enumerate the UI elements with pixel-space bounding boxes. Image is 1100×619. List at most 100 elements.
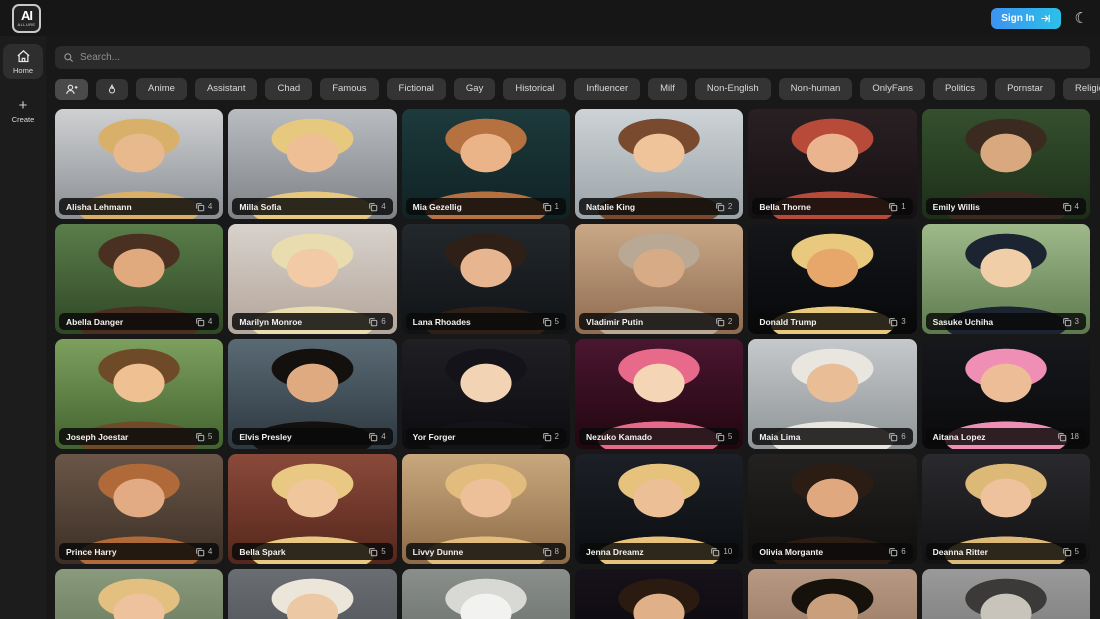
character-count: 5 [542, 317, 559, 327]
character-count: 5 [1062, 547, 1079, 557]
character-card[interactable]: Joseph Joestar 5 [55, 339, 224, 449]
search-input[interactable] [80, 52, 1082, 63]
person-add-icon [65, 83, 78, 96]
card-label-bar: Yor Forger 2 [405, 428, 566, 445]
home-icon [16, 50, 30, 63]
character-card[interactable]: Marilyn Monroe 6 [228, 224, 397, 334]
images-icon [542, 202, 552, 212]
sign-in-button[interactable]: Sign In [991, 7, 1061, 29]
filter-chip-anime[interactable]: Anime [136, 78, 187, 100]
filter-chip-non-human[interactable]: Non-human [778, 78, 853, 100]
brand-logo[interactable]: AI ALLURE [12, 3, 41, 33]
search-bar[interactable] [55, 46, 1090, 69]
character-card[interactable]: Abella Danger 4 [55, 224, 224, 334]
character-count-value: 6 [901, 432, 906, 441]
sidebar-item-label: Home [12, 66, 33, 75]
filter-chip-famous[interactable]: Famous [320, 78, 379, 100]
card-label-bar: Olivia Morgante 6 [752, 543, 913, 560]
character-name: Olivia Morgante [759, 546, 824, 557]
character-card[interactable]: Deanna Ritter 5 [921, 454, 1090, 564]
card-label-bar: Emily Willis 4 [925, 198, 1086, 215]
filter-chip-non-english[interactable]: Non-English [694, 78, 771, 100]
character-count: 4 [368, 202, 386, 212]
card-label-bar: Jenna Dreamz 10 [578, 543, 740, 560]
character-count: 4 [1062, 202, 1079, 212]
images-icon [542, 317, 552, 327]
flame-icon [106, 83, 118, 96]
character-count: 5 [368, 547, 386, 557]
character-name: Bella Thorne [759, 201, 811, 212]
character-count-value: 4 [381, 202, 386, 211]
filter-chip-gay[interactable]: Gay [453, 78, 496, 100]
filter-chip-historical[interactable]: Historical [503, 78, 567, 100]
character-card[interactable] [55, 569, 224, 619]
character-count-value: 5 [727, 432, 733, 441]
filter-chip-politics[interactable]: Politics [932, 78, 988, 100]
filter-chip-religion[interactable]: Religion [1062, 78, 1100, 100]
card-label-bar: Joseph Joestar 5 [59, 428, 220, 445]
images-icon [368, 547, 378, 557]
character-count: 8 [542, 547, 559, 557]
sidebar-item-create[interactable]: + Create [3, 93, 43, 128]
filter-chip-chad[interactable]: Chad [265, 78, 313, 100]
character-card[interactable]: Natalie King 2 [574, 109, 744, 219]
character-card[interactable]: Milla Sofia 4 [228, 109, 397, 219]
character-card[interactable]: Aitana Lopez 18 [921, 339, 1090, 449]
character-card[interactable]: Lana Rhoades 5 [401, 224, 570, 334]
card-label-bar: Nezuko Kamado 5 [578, 428, 740, 445]
app-root: AI ALLURE Sign In ☾ Home + Create Search… [0, 0, 1100, 619]
character-card[interactable]: Yor Forger 2 [401, 339, 570, 449]
sidebar-item-label: Create [11, 115, 35, 124]
character-name: Milla Sofia [239, 201, 282, 212]
character-card[interactable]: Livvy Dunne 8 [401, 454, 570, 564]
sidebar-item-home[interactable]: Home [3, 44, 43, 79]
character-card[interactable] [748, 569, 917, 619]
character-grid: Alisha Lehmann 4 Milla Sofia 4 Mia Gezellig 1… [55, 109, 1090, 619]
character-count: 2 [715, 202, 732, 212]
character-card[interactable]: Bella Spark 5 [228, 454, 397, 564]
character-card[interactable]: Prince Harry 4 [55, 454, 224, 564]
images-icon [542, 432, 552, 442]
character-card[interactable] [574, 569, 744, 619]
character-card[interactable]: Jenna Dreamz 10 [574, 454, 744, 564]
filter-chip-pornstar[interactable]: Pornstar [995, 78, 1055, 100]
card-label-bar: Sasuke Uchiha 3 [925, 313, 1086, 330]
character-card[interactable]: Olivia Morgante 6 [748, 454, 917, 564]
character-count-value: 4 [207, 317, 213, 326]
character-card[interactable]: Donald Trump 3 [748, 224, 917, 334]
images-icon [542, 547, 552, 557]
filter-chip-fictional[interactable]: Fictional [386, 78, 446, 100]
character-count-value: 4 [207, 202, 213, 211]
character-card[interactable]: Mia Gezellig 1 [401, 109, 570, 219]
character-card[interactable]: Vladimir Putin 2 [574, 224, 744, 334]
images-icon [715, 317, 725, 327]
character-name: Lana Rhoades [412, 316, 471, 327]
theme-toggle-moon-icon[interactable]: ☾ [1075, 11, 1088, 26]
character-card[interactable]: Sasuke Uchiha 3 [921, 224, 1090, 334]
card-label-bar: Bella Spark 5 [232, 543, 393, 560]
filter-chip-assistant[interactable]: Assistant [194, 78, 258, 100]
card-label-bar: Milla Sofia 4 [232, 198, 393, 215]
filter-chip-flame[interactable] [96, 78, 128, 100]
filter-chip-influencer[interactable]: Influencer [574, 78, 641, 100]
login-arrow-icon [1040, 14, 1050, 22]
character-card[interactable] [228, 569, 397, 619]
character-card[interactable]: Maia Lima 6 [748, 339, 917, 449]
character-card[interactable]: Elvis Presley 4 [228, 339, 397, 449]
card-label-bar: Aitana Lopez 18 [925, 428, 1086, 445]
character-card[interactable] [401, 569, 570, 619]
character-card[interactable]: Bella Thorne 1 [748, 109, 917, 219]
filter-chip-onlyfans[interactable]: OnlyFans [860, 78, 925, 100]
filter-chip-milf[interactable]: Milf [648, 78, 687, 100]
character-count-value: 6 [381, 317, 386, 326]
images-icon [888, 202, 898, 212]
character-card[interactable]: Emily Willis 4 [921, 109, 1090, 219]
character-name: Jenna Dreamz [585, 546, 644, 557]
character-card[interactable]: Alisha Lehmann 4 [55, 109, 224, 219]
character-count: 10 [710, 547, 732, 557]
character-card[interactable] [921, 569, 1090, 619]
card-label-bar: Livvy Dunne 8 [405, 543, 566, 560]
character-card[interactable]: Nezuko Kamado 5 [574, 339, 744, 449]
filter-chip-person-add[interactable] [55, 78, 88, 100]
card-label-bar: Abella Danger 4 [59, 313, 220, 330]
